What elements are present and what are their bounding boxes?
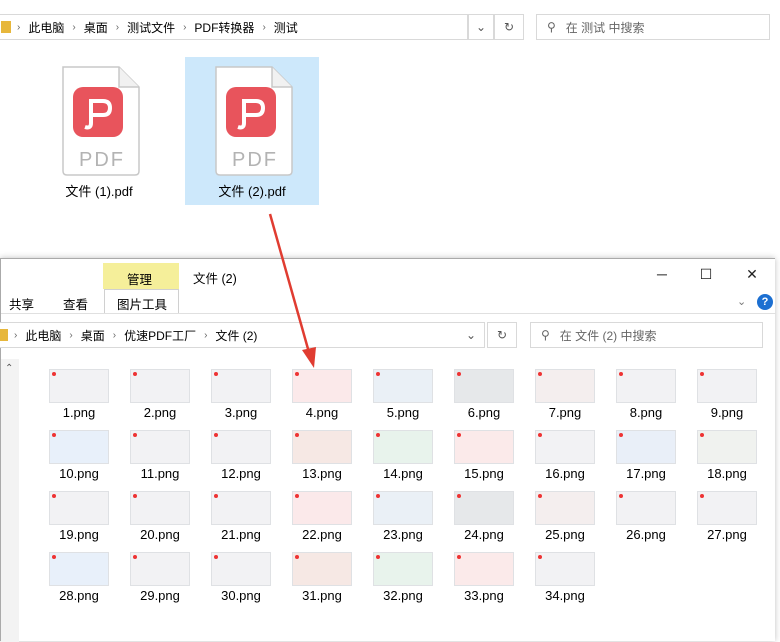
red-arrow-annotation	[268, 213, 316, 368]
